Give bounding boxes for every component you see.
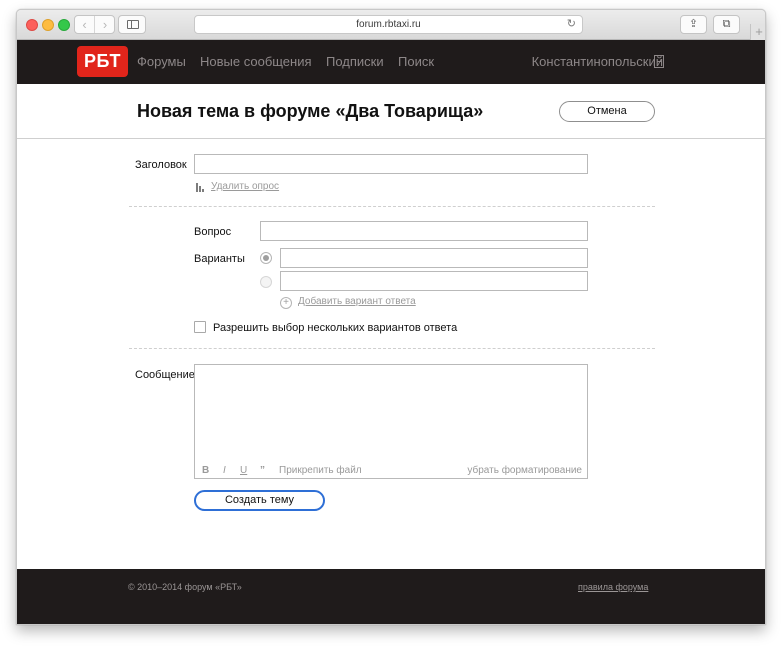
site-header: РБТ Форумы Новые сообщения Подписки Поис…	[17, 40, 765, 84]
address-bar[interactable]: forum.rbtaxi.ru ↻	[194, 15, 583, 34]
share-button[interactable]: ⇪	[680, 15, 707, 34]
option-radio-1[interactable]	[260, 252, 272, 264]
subject-label: Заголовок	[135, 159, 187, 171]
multi-choice-checkbox[interactable]	[194, 321, 206, 333]
question-label: Вопрос	[194, 226, 232, 238]
option-input-1[interactable]	[280, 248, 588, 268]
divider	[129, 348, 655, 349]
create-topic-button[interactable]: Создать тему	[194, 490, 325, 511]
cancel-button[interactable]: Отмена	[559, 101, 655, 122]
underline-icon[interactable]: U	[240, 465, 247, 476]
close-window-button[interactable]	[26, 19, 38, 31]
reload-icon[interactable]: ↻	[567, 16, 576, 33]
share-icon: ⇪	[688, 18, 699, 30]
nav-new-messages[interactable]: Новые сообщения	[200, 54, 312, 69]
tabs-icon: ⧉	[722, 18, 731, 30]
back-icon[interactable]: ‹	[75, 16, 95, 33]
add-option-link[interactable]: Добавить вариант ответа	[298, 296, 416, 307]
page-title-bar: Новая тема в форуме «Два Товарища» Отмен…	[17, 84, 765, 139]
divider	[129, 206, 655, 207]
message-label: Сообщение	[135, 369, 195, 381]
nav-search[interactable]: Поиск	[398, 54, 434, 69]
site-footer: © 2010–2014 форум «РБТ» правила форума	[17, 569, 765, 624]
browser-window: ‹ › forum.rbtaxi.ru ↻ ⇪ ⧉ + РБТ Форумы Н…	[16, 9, 766, 625]
browser-toolbar: ‹ › forum.rbtaxi.ru ↻ ⇪ ⧉ +	[17, 10, 765, 40]
user-profile-link[interactable]: Константинопольский	[532, 54, 663, 69]
option-radio-2[interactable]	[260, 276, 272, 288]
show-tabs-button[interactable]: ⧉	[713, 15, 740, 34]
add-option-icon[interactable]: +	[280, 297, 292, 309]
nav-forums[interactable]: Форумы	[137, 54, 186, 69]
site-logo[interactable]: РБТ	[77, 46, 128, 77]
multi-choice-label[interactable]: Разрешить выбор нескольких вариантов отв…	[213, 322, 457, 334]
sidebar-toggle-button[interactable]	[118, 15, 146, 34]
page-title: Новая тема в форуме «Два Товарища»	[137, 101, 484, 121]
option-input-2[interactable]	[280, 271, 588, 291]
remove-poll-link[interactable]: Удалить опрос	[211, 181, 279, 192]
minimize-window-button[interactable]	[42, 19, 54, 31]
attach-file-button[interactable]: Прикрепить файл	[279, 465, 362, 476]
message-textarea[interactable]: B I U ” Прикрепить файл убрать форматиро…	[194, 364, 588, 479]
copyright-text: © 2010–2014 форум «РБТ»	[128, 582, 242, 592]
zoom-window-button[interactable]	[58, 19, 70, 31]
logout-icon[interactable]	[654, 55, 664, 68]
clear-formatting-button[interactable]: убрать форматирование	[467, 465, 582, 476]
question-input[interactable]	[260, 221, 588, 241]
bold-icon[interactable]: B	[202, 465, 209, 476]
forward-icon[interactable]: ›	[95, 16, 115, 33]
poll-icon	[196, 183, 206, 192]
forum-rules-link[interactable]: правила форума	[578, 582, 648, 592]
history-nav: ‹ ›	[74, 15, 115, 34]
url-text: forum.rbtaxi.ru	[356, 19, 421, 30]
subject-input[interactable]	[194, 154, 588, 174]
sidebar-icon	[127, 20, 139, 29]
quote-icon[interactable]: ”	[260, 465, 265, 476]
new-tab-button[interactable]: +	[750, 24, 765, 40]
nav-subscriptions[interactable]: Подписки	[326, 54, 384, 69]
options-label: Варианты	[194, 253, 245, 265]
italic-icon[interactable]: I	[223, 465, 226, 476]
